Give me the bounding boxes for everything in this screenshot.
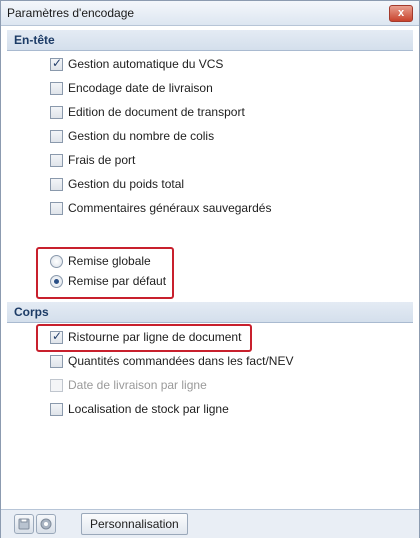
radio-label: Remise par défaut bbox=[68, 274, 167, 288]
option-label: Quantités commandées dans les fact/NEV bbox=[68, 354, 294, 368]
settings-dialog: Paramètres d'encodage x En-tête Gestion … bbox=[0, 0, 420, 538]
option-label: Gestion du nombre de colis bbox=[68, 129, 215, 143]
radio-label: Remise globale bbox=[68, 254, 151, 268]
option-label: Gestion automatique du VCS bbox=[68, 57, 224, 71]
option-label: Commentaires généraux sauvegardés bbox=[68, 201, 272, 215]
checkbox[interactable] bbox=[50, 82, 63, 95]
option-label: Encodage date de livraison bbox=[68, 81, 213, 95]
title-bar: Paramètres d'encodage x bbox=[1, 1, 419, 26]
checkbox[interactable] bbox=[50, 202, 63, 215]
checkbox[interactable] bbox=[50, 154, 63, 167]
checkbox bbox=[50, 379, 63, 392]
option-label: Localisation de stock par ligne bbox=[68, 402, 229, 416]
option-label: Date de livraison par ligne bbox=[68, 378, 207, 392]
option-label: Ristourne par ligne de document bbox=[68, 330, 242, 344]
checkbox[interactable] bbox=[50, 106, 63, 119]
save-icon[interactable] bbox=[14, 514, 34, 534]
radio-button[interactable] bbox=[50, 275, 63, 288]
checkbox[interactable] bbox=[50, 403, 63, 416]
close-button[interactable]: x bbox=[389, 5, 413, 22]
section-header-corps: Corps bbox=[7, 302, 413, 323]
option-label: Edition de document de transport bbox=[68, 105, 245, 119]
checkbox[interactable] bbox=[50, 56, 63, 71]
section-header-entete: En-tête bbox=[7, 30, 413, 51]
option-label: Gestion du poids total bbox=[68, 177, 185, 191]
checkbox[interactable] bbox=[50, 130, 63, 143]
checkbox[interactable] bbox=[50, 329, 63, 344]
option-label: Frais de port bbox=[68, 153, 136, 167]
bottom-toolbar: Personnalisation bbox=[1, 509, 419, 538]
section-title: En-tête bbox=[14, 33, 55, 47]
checkbox[interactable] bbox=[50, 178, 63, 191]
window-title: Paramètres d'encodage bbox=[7, 6, 135, 20]
checkbox[interactable] bbox=[50, 355, 63, 368]
personalization-button[interactable]: Personnalisation bbox=[81, 513, 188, 535]
section-title: Corps bbox=[14, 305, 49, 319]
radio-button[interactable] bbox=[50, 255, 63, 268]
refresh-icon[interactable] bbox=[36, 514, 56, 534]
